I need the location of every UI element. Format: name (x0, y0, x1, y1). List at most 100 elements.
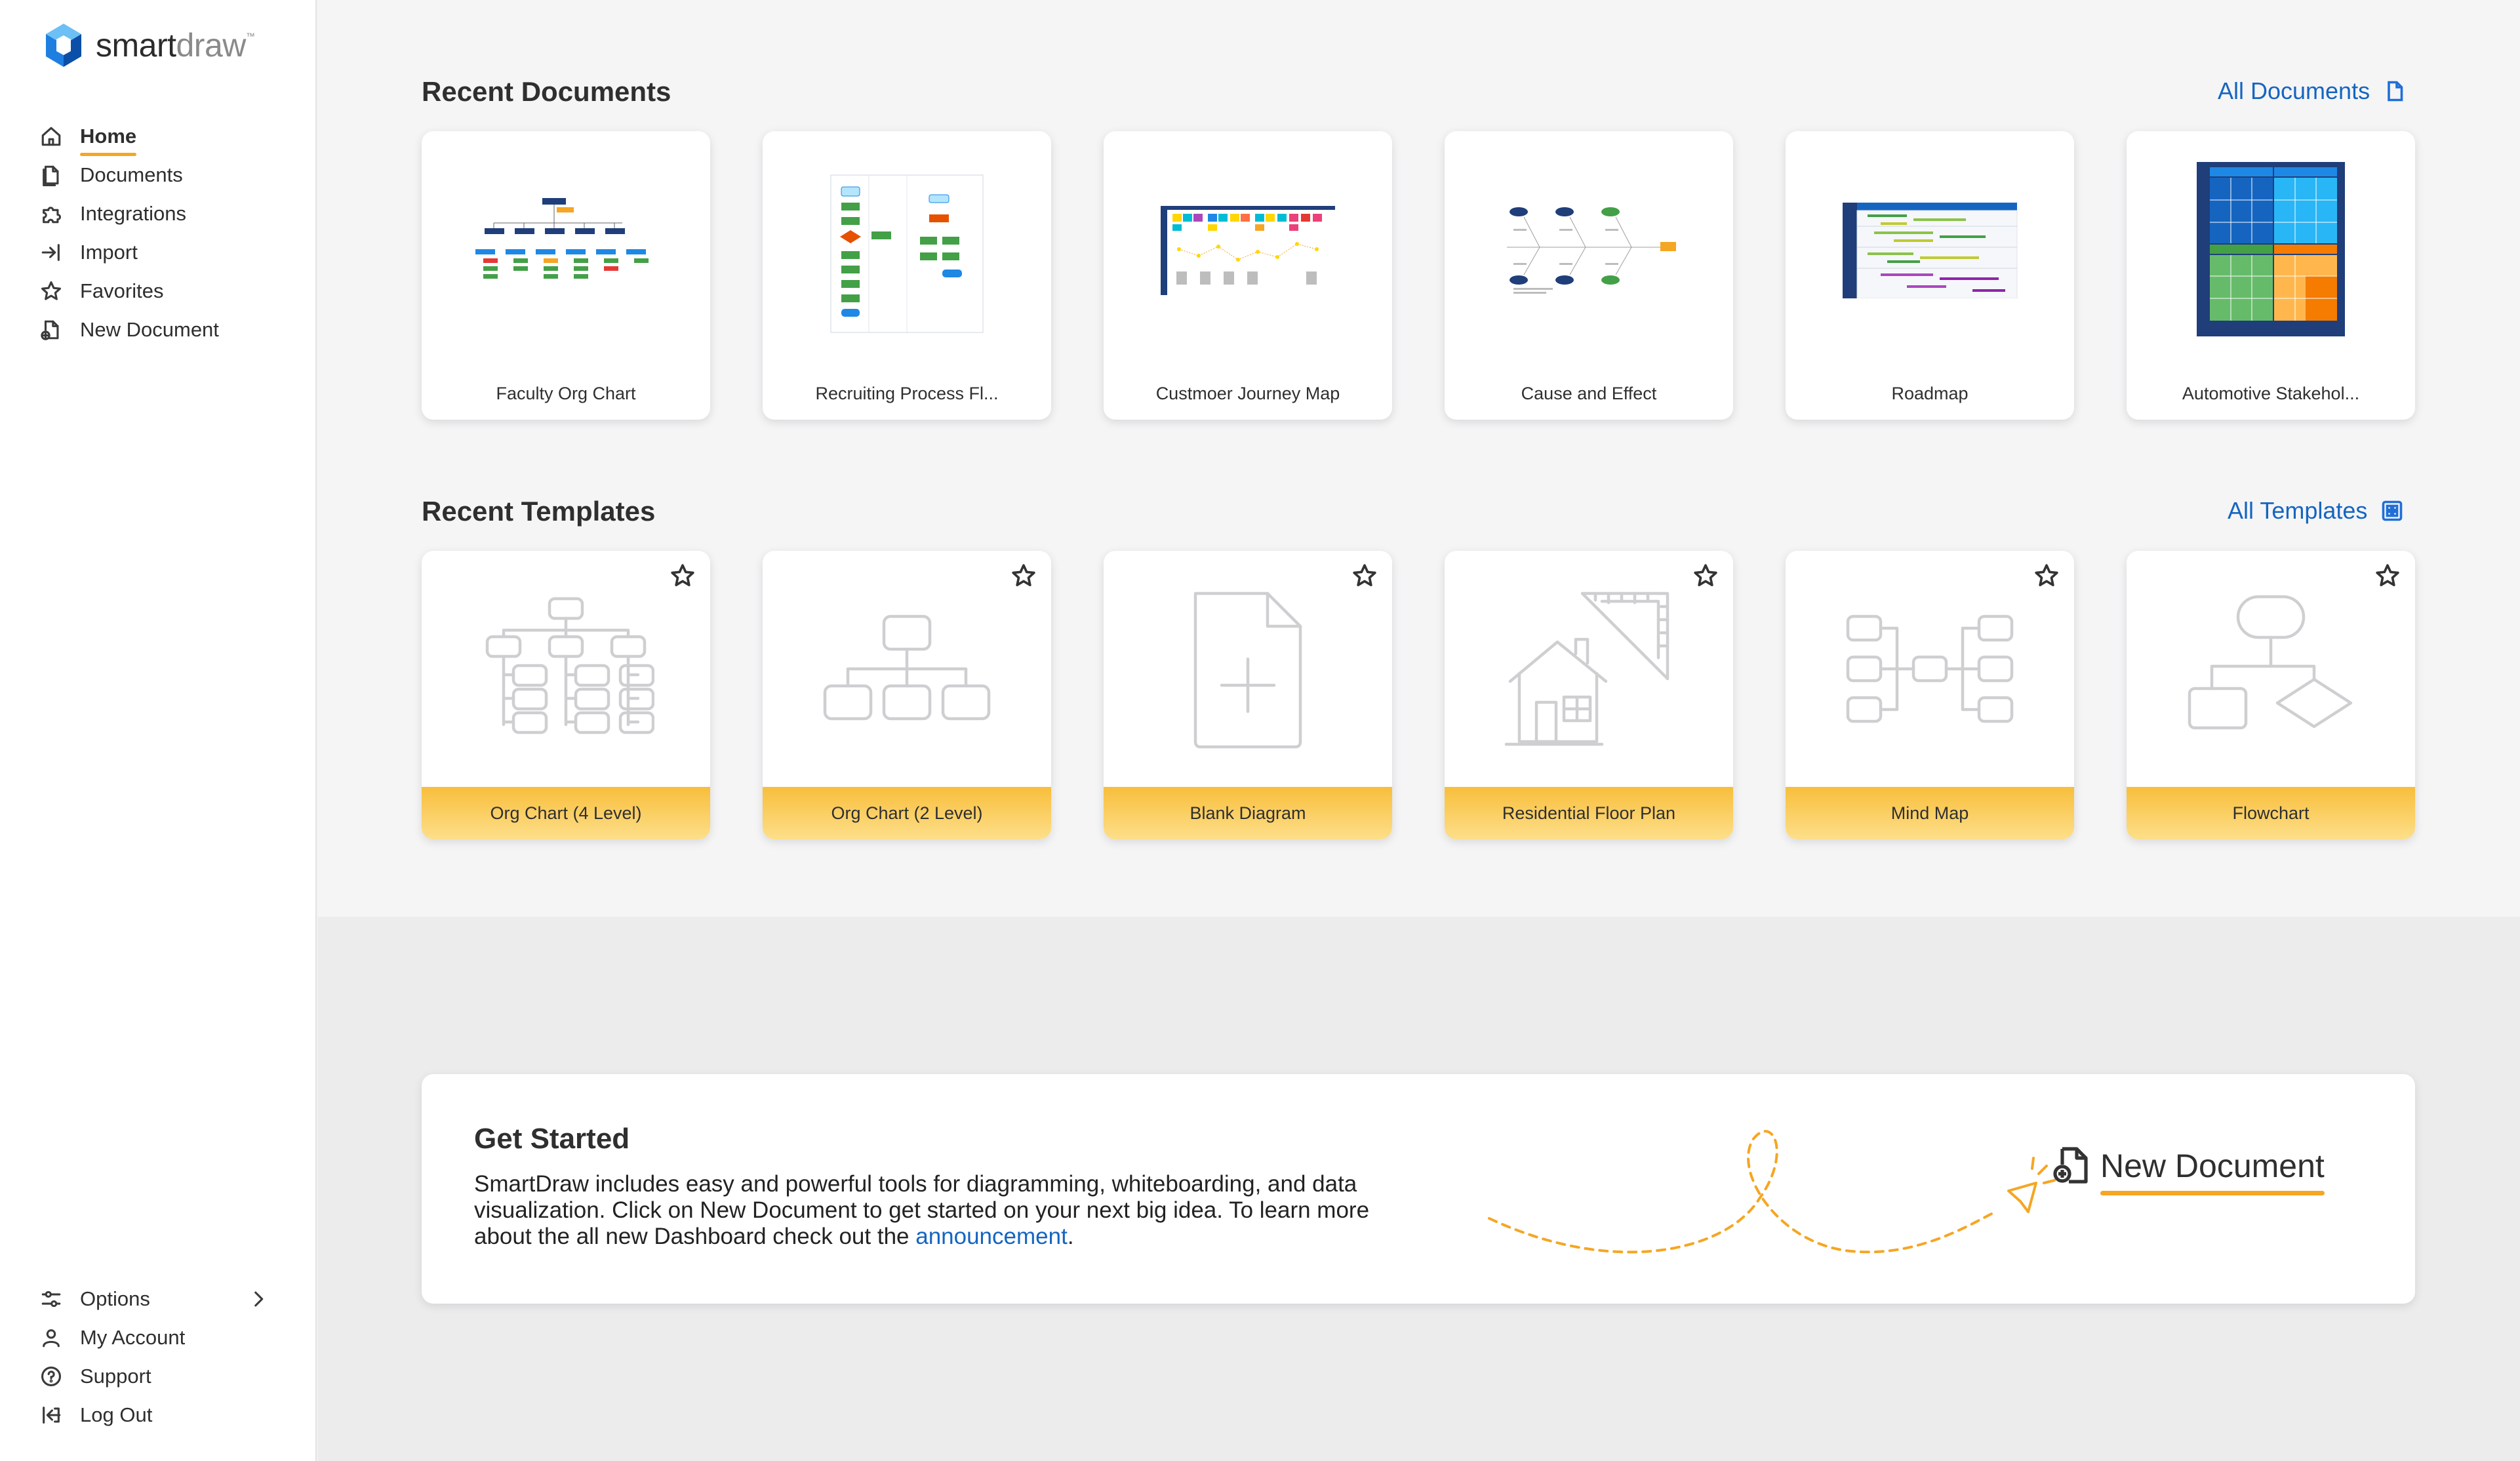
template-card[interactable]: Flowchart (2127, 551, 2415, 839)
documents-icon (38, 162, 64, 188)
document-thumbnail (1445, 131, 1733, 367)
nav-documents[interactable]: Documents (38, 155, 219, 194)
nav-support[interactable]: Support (38, 1357, 287, 1395)
template-card[interactable]: Org Chart (4 Level) (422, 551, 710, 839)
all-documents-label: All Documents (2218, 77, 2370, 104)
nav-my-account[interactable]: My Account (38, 1318, 287, 1357)
document-title: Automotive Stakehol... (2182, 383, 2360, 403)
all-documents-link[interactable]: All Documents (2218, 77, 2407, 105)
template-card[interactable]: Blank Diagram (1104, 551, 1392, 839)
recent-documents-title: Recent Documents (422, 76, 671, 107)
new-document-icon (38, 317, 64, 343)
nav-favorites[interactable]: Favorites (38, 271, 219, 310)
template-title: Org Chart (2 Level) (763, 787, 1051, 839)
get-started-new-document-button[interactable]: New Document (2053, 1146, 2325, 1195)
nav-import[interactable]: Import (38, 233, 219, 271)
favorite-star-icon[interactable] (1692, 563, 1719, 589)
template-title: Blank Diagram (1104, 787, 1392, 839)
nav-label: New Document (80, 317, 219, 341)
document-card[interactable]: Automotive Stakehol... (2127, 131, 2415, 420)
favorite-star-icon[interactable] (1351, 563, 1378, 589)
template-thumbnail (2127, 551, 2415, 787)
nav-label: Documents (80, 163, 183, 186)
nav-log-out[interactable]: Log Out (38, 1395, 287, 1434)
recent-templates-list: Org Chart (4 Level) Org Chart (2 Level) … (422, 551, 2415, 839)
nav-label: Support (80, 1364, 151, 1388)
recent-documents-list: Faculty Org Chart Recruiting Process Fl.… (422, 131, 2415, 420)
recent-templates-title: Recent Templates (422, 496, 656, 527)
account-nav: Options My Account Support Log Out (38, 1279, 287, 1434)
template-card[interactable]: Org Chart (2 Level) (763, 551, 1051, 839)
house-ruler-icon (1504, 591, 1670, 746)
org-chart-icon (823, 614, 991, 721)
nav-label: Home (80, 124, 137, 156)
new-document-label: New Document (2100, 1148, 2325, 1195)
nav-label: Options (80, 1287, 150, 1310)
blank-document-icon (1193, 591, 1302, 749)
template-thumbnail (1104, 551, 1392, 787)
favorite-star-icon[interactable] (2033, 563, 2060, 589)
document-title: Custmoer Journey Map (1155, 383, 1340, 403)
grid-icon (2382, 500, 2403, 521)
document-thumbnail (1786, 131, 2074, 367)
template-thumbnail (422, 551, 710, 787)
smartdraw-logo[interactable]: smartdraw™ (41, 22, 255, 68)
org-chart-icon (485, 597, 654, 734)
document-thumbnail (422, 131, 710, 367)
announcement-link[interactable]: announcement (915, 1224, 1068, 1249)
sliders-icon (38, 1286, 64, 1312)
template-title: Mind Map (1786, 787, 2074, 839)
document-card[interactable]: Cause and Effect (1445, 131, 1733, 420)
brand-name: smartdraw™ (96, 27, 255, 64)
logout-icon (38, 1402, 64, 1428)
template-thumbnail (1445, 551, 1733, 787)
dashed-arrow-path-icon (1488, 1130, 2056, 1254)
home-icon (38, 123, 64, 150)
all-templates-link[interactable]: All Templates (2228, 497, 2404, 525)
document-title: Faculty Org Chart (496, 383, 636, 403)
help-icon (38, 1363, 64, 1390)
document-title: Roadmap (1891, 383, 1969, 403)
template-thumbnail (1786, 551, 2074, 787)
nav-label: Integrations (80, 201, 186, 225)
nav-home[interactable]: Home (38, 117, 219, 156)
favorite-star-icon[interactable] (1010, 563, 1037, 589)
document-card[interactable]: Recruiting Process Fl... (763, 131, 1051, 420)
favorite-star-icon[interactable] (670, 563, 696, 589)
smartdraw-logo-icon (46, 24, 81, 67)
nav-new-document[interactable]: New Document (38, 310, 219, 349)
nav-label: Import (80, 240, 138, 264)
new-document-icon (2053, 1147, 2088, 1184)
document-card[interactable]: Roadmap (1786, 131, 2074, 420)
document-title: Recruiting Process Fl... (815, 383, 999, 403)
document-thumbnail (2127, 131, 2415, 367)
puzzle-icon (38, 201, 64, 227)
flowchart-icon (2188, 595, 2353, 730)
nav-label: Favorites (80, 279, 164, 302)
mind-map-icon (1846, 614, 2014, 723)
template-card[interactable]: Residential Floor Plan (1445, 551, 1733, 839)
get-started-title: Get Started (474, 1123, 630, 1155)
main-nav: Home Documents Integrations Import Favor… (38, 117, 219, 349)
documents-icon (2388, 81, 2403, 102)
nav-integrations[interactable]: Integrations (38, 194, 219, 233)
chevron-right-icon (245, 1286, 271, 1312)
document-thumbnail (763, 131, 1051, 367)
document-title: Cause and Effect (1521, 383, 1657, 403)
nav-label: My Account (80, 1325, 186, 1349)
get-started-panel: Get Started SmartDraw includes easy and … (422, 1074, 2415, 1304)
document-thumbnail (1104, 131, 1392, 367)
star-icon (38, 278, 64, 304)
favorite-star-icon[interactable] (2374, 563, 2401, 589)
sidebar: smartdraw™ Home Documents Integrations I… (0, 0, 317, 1461)
get-started-text: SmartDraw includes easy and powerful too… (474, 1171, 1370, 1249)
template-title: Flowchart (2127, 787, 2415, 839)
template-title: Residential Floor Plan (1445, 787, 1733, 839)
nav-options[interactable]: Options (38, 1279, 287, 1318)
document-card[interactable]: Custmoer Journey Map (1104, 131, 1392, 420)
template-thumbnail (763, 551, 1051, 787)
document-card[interactable]: Faculty Org Chart (422, 131, 710, 420)
template-card[interactable]: Mind Map (1786, 551, 2074, 839)
nav-label: Log Out (80, 1403, 153, 1426)
all-templates-label: All Templates (2228, 497, 2368, 524)
